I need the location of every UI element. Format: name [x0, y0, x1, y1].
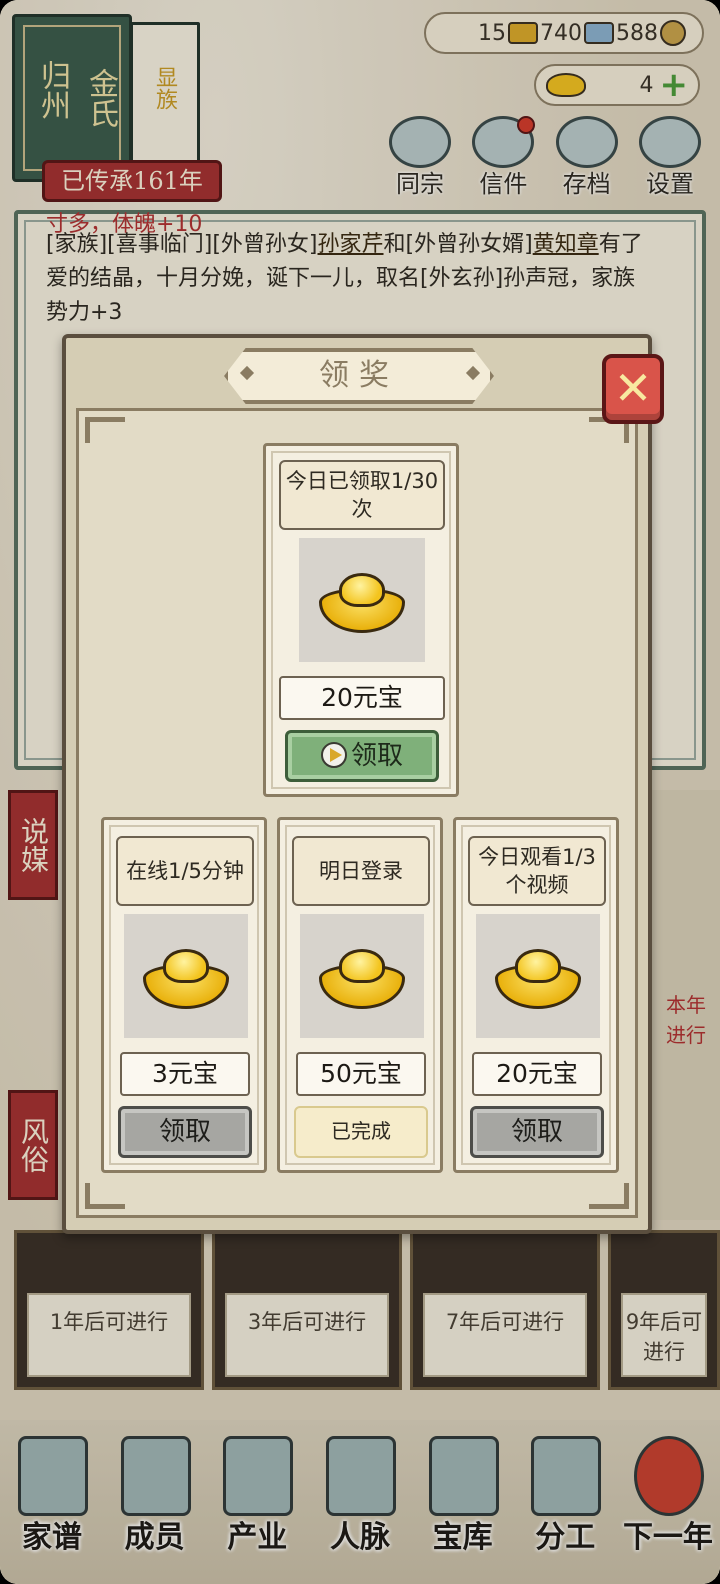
reward-image [299, 538, 425, 662]
play-video-icon [320, 741, 347, 768]
gold-ingot-icon [143, 949, 229, 1009]
corner-ornament [85, 417, 125, 443]
reward-amount: 50元宝 [296, 1052, 426, 1096]
reward-amount: 20元宝 [472, 1052, 602, 1096]
gold-ingot-icon [319, 949, 405, 1009]
reward-condition: 在线1/5分钟 [116, 836, 254, 906]
corner-ornament [85, 1183, 125, 1209]
close-icon[interactable]: ✕ [602, 354, 664, 424]
claim-label: 领取 [350, 741, 403, 771]
reward-card: 在线1/5分钟 3元宝 领取 [101, 817, 267, 1173]
reward-image [476, 914, 600, 1038]
reward-condition: 今日观看1/3个视频 [468, 836, 606, 906]
claim-video-button[interactable]: 领取 [285, 730, 439, 782]
reward-condition: 明日登录 [292, 836, 430, 906]
gold-ingot-icon [495, 949, 581, 1009]
featured-reward-card: 今日已领取1/30次 20元宝 领取 [263, 443, 459, 797]
reward-amount: 20元宝 [279, 676, 445, 720]
gold-ingot-icon [319, 573, 405, 633]
claim-button[interactable]: 领取 [118, 1106, 252, 1158]
reward-condition: 今日已领取1/30次 [279, 460, 445, 530]
reward-card: 今日观看1/3个视频 20元宝 领取 [453, 817, 619, 1173]
reward-card: 明日登录 50元宝 已完成 [277, 817, 443, 1173]
modal-title: 领奖 [319, 358, 399, 393]
modal-body: 今日已领取1/30次 20元宝 领取 在线1/5分钟 3元宝 领取 明日登录 5… [76, 408, 638, 1218]
game-screen: 归州 金氏 显族 已传承161年 15 740 588 4 + 同宗 信件 存档 [0, 0, 720, 1584]
corner-ornament [589, 1183, 629, 1209]
reward-image [124, 914, 248, 1038]
reward-amount: 3元宝 [120, 1052, 250, 1096]
claim-button[interactable]: 领取 [470, 1106, 604, 1158]
completed-badge: 已完成 [294, 1106, 428, 1158]
reward-image [300, 914, 424, 1038]
reward-modal: 领奖 今日已领取1/30次 20元宝 领取 在线1/5分钟 3元宝 领取 明日登… [62, 334, 652, 1234]
